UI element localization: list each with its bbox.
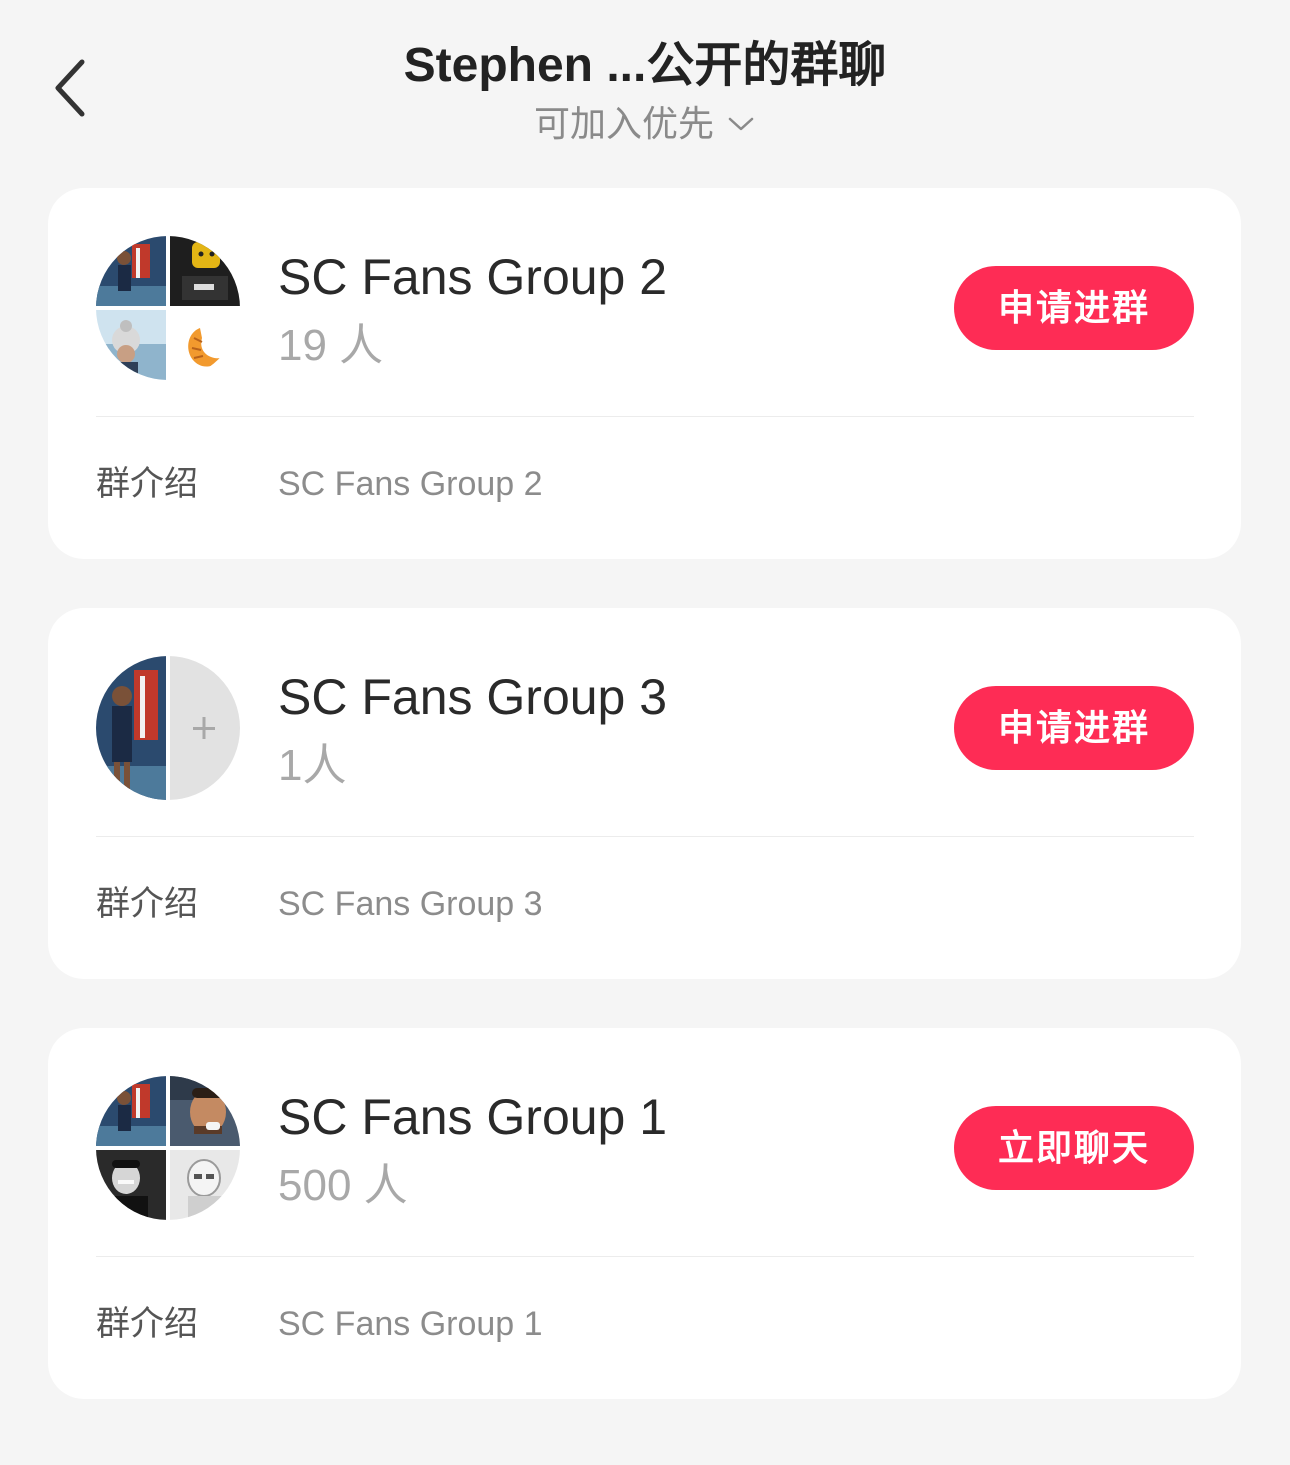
page-title: Stephen ...公开的群聊 [403,39,887,92]
member-count: 19 人 [278,321,384,370]
member-avatar-tile [96,656,166,800]
sort-label: 可加入优先 [533,103,714,144]
apply-join-button[interactable]: 申请进群 [954,686,1194,770]
header: Stephen ...公开的群聊 可加入优先 [0,0,1290,170]
group-avatar [96,656,240,800]
group-card[interactable]: SC Fans Group 1 500 人 立即聊天 群介绍 SC Fans G… [48,1028,1241,1399]
member-avatar-tile [170,1150,240,1220]
plus-icon [170,656,240,800]
member-avatar-tile [96,1076,166,1146]
member-avatar-tile [170,310,240,380]
divider [96,416,1194,417]
intro-label: 群介绍 [96,885,198,923]
intro-label: 群介绍 [96,465,198,503]
member-count: 1人 [278,741,347,790]
divider [96,1256,1194,1257]
member-avatar-tile [170,236,240,306]
member-avatar-tile [96,310,166,380]
intro-text: SC Fans Group 1 [278,1305,543,1343]
intro-text: SC Fans Group 2 [278,465,543,503]
member-avatar-tile [170,1076,240,1146]
apply-join-button[interactable]: 申请进群 [954,266,1194,350]
intro-text: SC Fans Group 3 [278,885,543,923]
intro-label: 群介绍 [96,1305,198,1343]
group-name: SC Fans Group 1 [278,1089,668,1145]
chevron-down-icon [728,117,754,131]
group-card[interactable]: SC Fans Group 3 1人 申请进群 群介绍 SC Fans Grou… [48,608,1241,979]
group-avatar [96,1076,240,1220]
group-name: SC Fans Group 3 [278,669,668,725]
group-card[interactable]: SC Fans Group 2 19 人 申请进群 群介绍 SC Fans Gr… [48,188,1241,559]
sort-dropdown[interactable]: 可加入优先 [0,100,1290,148]
group-name: SC Fans Group 2 [278,249,668,305]
group-avatar [96,236,240,380]
member-avatar-tile [96,1150,166,1220]
member-avatar-tile [96,236,166,306]
chat-now-button[interactable]: 立即聊天 [954,1106,1194,1190]
member-count: 500 人 [278,1161,408,1210]
divider [96,836,1194,837]
